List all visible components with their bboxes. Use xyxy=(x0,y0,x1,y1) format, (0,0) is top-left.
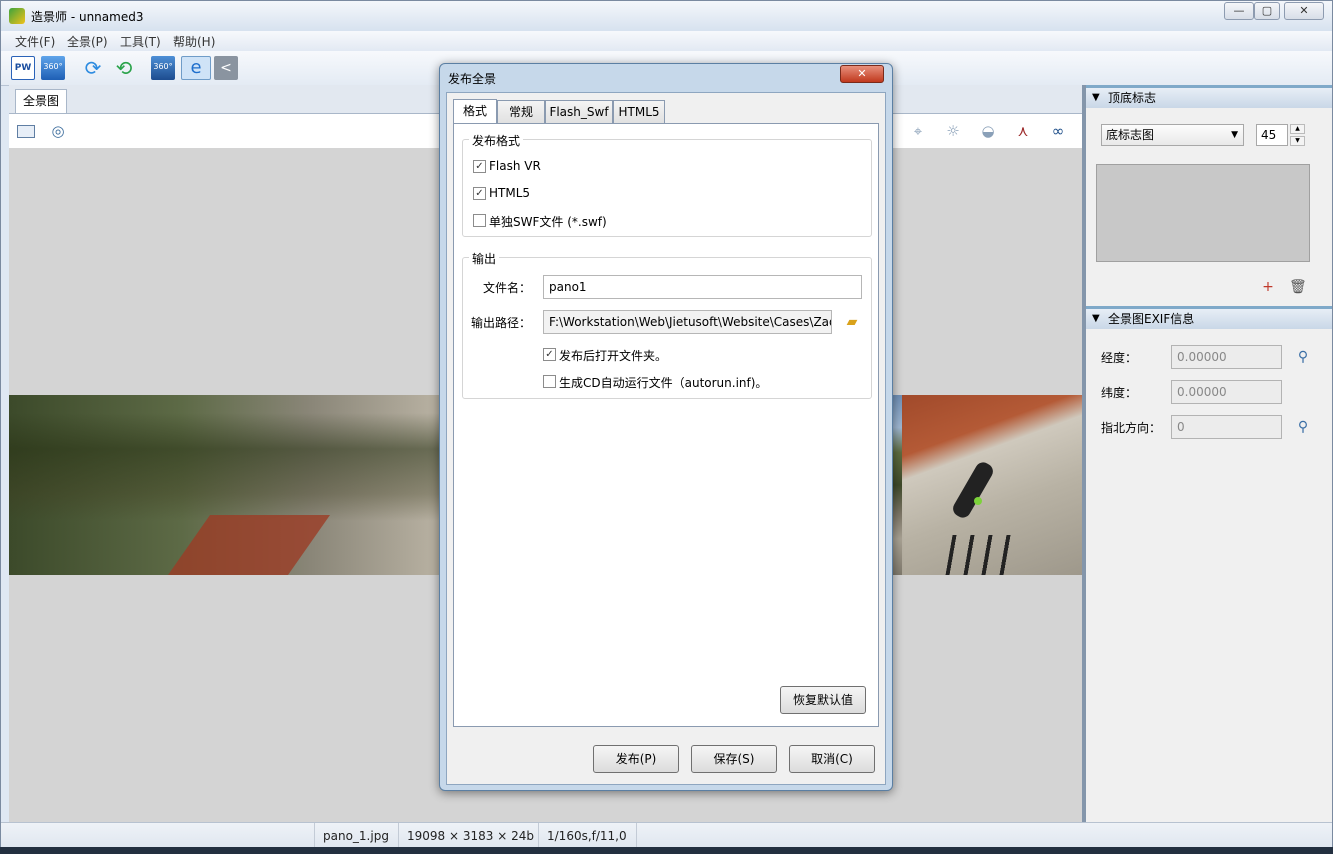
output-group-title: 输出 xyxy=(469,250,500,267)
binoculars-icon[interactable]: ∞ xyxy=(1049,123,1067,139)
save-360-button[interactable]: 360° xyxy=(151,56,175,80)
status-image-size: 19098 × 3183 × 24b xyxy=(398,823,539,849)
status-empty-cell xyxy=(636,823,675,849)
sphere-view-icon[interactable]: ◎ xyxy=(49,123,67,139)
window-title: 造景师 - unnamed3 xyxy=(31,10,144,24)
format-group-title: 发布格式 xyxy=(469,132,524,149)
longitude-field[interactable]: 0.00000 xyxy=(1171,345,1282,369)
exif-section-title: 全景图EXIF信息 xyxy=(1108,312,1195,326)
latitude-label: 纬度： xyxy=(1101,386,1138,400)
filename-label: 文件名： xyxy=(483,281,532,295)
swf-label: 单独SWF文件 (*.swf) xyxy=(489,215,607,229)
menu-help[interactable]: 帮助(H) xyxy=(173,33,215,50)
dialog-body: 格式 常规 Flash_Swf HTML5 发布格式 ✓ Flash VR ✓ … xyxy=(446,92,886,785)
close-window-button[interactable]: ✕ xyxy=(1284,2,1324,20)
delete-logo-icon[interactable]: 🗑 xyxy=(1289,279,1307,295)
status-exposure: 1/160s,f/11,0 xyxy=(538,823,637,849)
refresh-icon[interactable]: ⟳ xyxy=(81,56,105,80)
tab-panorama[interactable]: 全景图 xyxy=(15,89,67,113)
tab-html5[interactable]: HTML5 xyxy=(613,100,665,124)
logo-preview xyxy=(1096,164,1310,262)
sync-icon[interactable]: ⟲ xyxy=(112,56,136,80)
logo-type-value: 底标志图 xyxy=(1106,128,1155,142)
save-button[interactable]: 保存(S) xyxy=(691,745,777,773)
publish-360-button[interactable]: 360° xyxy=(41,56,65,80)
minimize-button[interactable]: — xyxy=(1224,2,1254,20)
chevron-down-icon: ▼ xyxy=(1231,130,1238,140)
title-bar: 造景师 - unnamed3 — ▢ ✕ xyxy=(1,1,1332,31)
collapse-arrow-icon: ▼ xyxy=(1092,92,1100,103)
menu-file[interactable]: 文件(F) xyxy=(15,33,55,50)
folder-open-icon[interactable]: ▰ xyxy=(844,314,860,330)
app-logo-icon xyxy=(9,8,25,24)
output-path-input[interactable]: F:\Workstation\Web\Jietusoft\Website\Cas… xyxy=(543,310,832,334)
status-filename: pano_1.jpg xyxy=(314,823,399,849)
flash-vr-label: Flash VR xyxy=(489,159,541,173)
north-direction-field[interactable]: 0 xyxy=(1171,415,1282,439)
spin-down-icon[interactable]: ▼ xyxy=(1290,136,1305,146)
right-panel: ▼ 顶底标志 底标志图 ▼ 45 ▲ ▼ + 🗑 ▼ 全景图EXIF信息 经度：… xyxy=(1086,85,1332,822)
north-direction-label: 指北方向： xyxy=(1101,421,1162,435)
open-folder-label: 发布后打开文件夹。 xyxy=(559,349,668,363)
format-group: 发布格式 ✓ Flash VR ✓ HTML5 单独SWF文件 (*.swf) xyxy=(462,132,872,237)
exif-section-header[interactable]: ▼ 全景图EXIF信息 xyxy=(1086,306,1332,329)
logo-section-title: 顶底标志 xyxy=(1108,91,1157,105)
format-tab-page: 发布格式 ✓ Flash VR ✓ HTML5 单独SWF文件 (*.swf) … xyxy=(453,123,879,727)
menu-bar: 文件(F) 全景(P) 工具(T) 帮助(H) xyxy=(1,31,1332,51)
flat-view-icon[interactable] xyxy=(17,125,35,138)
share-icon[interactable]: < xyxy=(214,56,238,80)
menu-panorama[interactable]: 全景(P) xyxy=(67,33,108,50)
dialog-close-button[interactable]: ✕ xyxy=(840,65,884,83)
link-icon[interactable]: ⚲ xyxy=(1295,349,1311,365)
logo-size-input[interactable]: 45 xyxy=(1256,124,1288,146)
tab-format[interactable]: 格式 xyxy=(453,99,497,124)
swf-checkbox[interactable] xyxy=(473,214,486,227)
restore-defaults-button[interactable]: 恢复默认值 xyxy=(780,686,866,714)
tab-general[interactable]: 常规 xyxy=(497,100,545,124)
tab-flash-swf[interactable]: Flash_Swf xyxy=(545,100,613,124)
autorun-label: 生成CD自动运行文件（autorun.inf)。 xyxy=(559,376,768,390)
longitude-label: 经度： xyxy=(1101,351,1138,365)
autorun-checkbox[interactable] xyxy=(543,375,556,388)
stripe-pattern xyxy=(945,535,1013,575)
flash-vr-checkbox[interactable]: ✓ xyxy=(473,160,486,173)
publish-pw-button[interactable]: PW xyxy=(11,56,35,80)
tripod-icon[interactable]: ⋏ xyxy=(1014,123,1032,139)
latitude-field[interactable]: 0.00000 xyxy=(1171,380,1282,404)
link-icon[interactable]: ⚲ xyxy=(1295,419,1311,435)
status-bar: pano_1.jpg 19098 × 3183 × 24b 1/160s,f/1… xyxy=(1,822,1332,849)
output-group: 输出 文件名： pano1 输出路径： F:\Workstation\Web\J… xyxy=(462,250,872,399)
maximize-button[interactable]: ▢ xyxy=(1254,2,1280,20)
taskbar-strip xyxy=(0,847,1333,854)
menu-tools[interactable]: 工具(T) xyxy=(120,33,161,50)
spin-up-icon[interactable]: ▲ xyxy=(1290,124,1305,134)
cancel-button[interactable]: 取消(C) xyxy=(789,745,875,773)
open-folder-checkbox[interactable]: ✓ xyxy=(543,348,556,361)
browser-preview-icon[interactable]: e xyxy=(181,56,211,80)
publish-button[interactable]: 发布(P) xyxy=(593,745,679,773)
dialog-title: 发布全景 xyxy=(448,72,497,86)
logo-type-select[interactable]: 底标志图 ▼ xyxy=(1101,124,1244,146)
brightness-icon[interactable]: ☼ xyxy=(944,123,962,139)
horizon-icon[interactable]: ◒ xyxy=(979,123,997,139)
crosshair-icon[interactable]: ⌖ xyxy=(909,123,927,139)
html5-checkbox[interactable]: ✓ xyxy=(473,187,486,200)
collapse-arrow-icon: ▼ xyxy=(1092,313,1100,324)
add-logo-icon[interactable]: + xyxy=(1260,279,1276,295)
publish-dialog: 发布全景 ✕ 格式 常规 Flash_Swf HTML5 发布格式 ✓ Flas… xyxy=(439,63,893,791)
filename-input[interactable]: pano1 xyxy=(543,275,862,299)
logo-section-header[interactable]: ▼ 顶底标志 xyxy=(1086,85,1332,108)
nadir-marker xyxy=(974,497,982,505)
output-path-label: 输出路径： xyxy=(471,316,532,330)
logo-size-stepper[interactable]: ▲ ▼ xyxy=(1290,124,1305,146)
html5-label: HTML5 xyxy=(489,186,531,200)
